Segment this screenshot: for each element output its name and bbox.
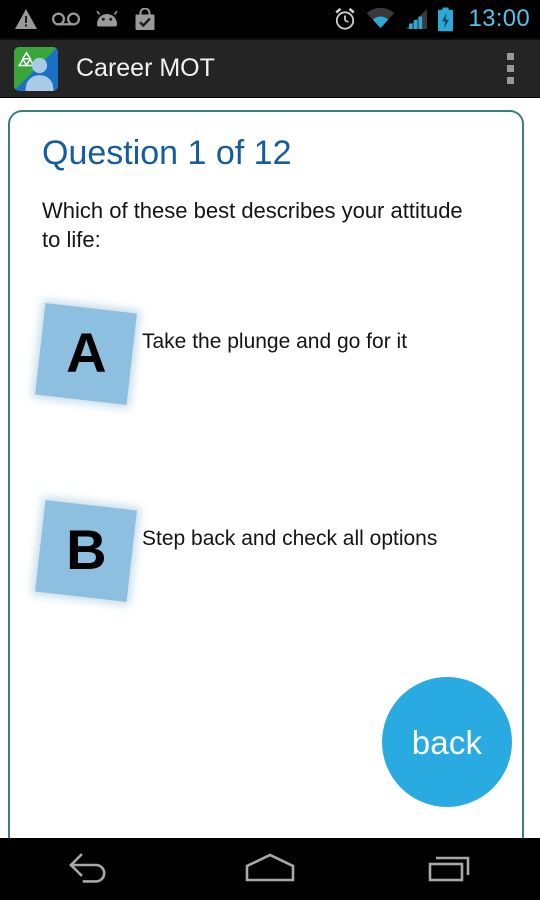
option-a-letter: A bbox=[65, 321, 107, 385]
nav-recents-icon bbox=[428, 856, 470, 882]
wifi-icon bbox=[367, 8, 395, 28]
back-button-label: back bbox=[411, 723, 483, 761]
nav-home-icon bbox=[245, 853, 295, 882]
nav-home-button[interactable] bbox=[180, 838, 360, 900]
system-navigation-bar bbox=[0, 838, 540, 900]
alarm-clock-icon bbox=[335, 7, 356, 30]
option-b-letter: B bbox=[65, 518, 107, 582]
overflow-dot bbox=[506, 65, 514, 72]
battery-charging-icon bbox=[438, 7, 454, 31]
option-a-label: Take the plunge and go for it bbox=[142, 330, 408, 353]
status-bar: 13:00 bbox=[0, 0, 540, 38]
option-a-tile-button[interactable]: A bbox=[35, 303, 137, 405]
option-b-tile-button[interactable]: B bbox=[35, 500, 137, 602]
question-counter: Question 1 of 12 bbox=[42, 134, 292, 172]
android-phone-screen: 13:00 Career MOT Question 1 of 12 Which … bbox=[0, 0, 540, 900]
option-b-label: Step back and check all options bbox=[142, 527, 438, 550]
overflow-dot bbox=[506, 53, 514, 60]
app-title: Career MOT bbox=[76, 54, 215, 82]
question-prompt: Which of these best describes your attit… bbox=[42, 198, 463, 253]
question-card: Question 1 of 12 Which of these best des… bbox=[8, 110, 524, 838]
status-bar-system-icons: 13:00 bbox=[333, 7, 530, 32]
status-bar-notification-icons bbox=[14, 7, 156, 31]
answer-option-b[interactable]: B Step back and check all options bbox=[10, 487, 522, 617]
option-b-tile-wrap: B bbox=[28, 493, 144, 609]
voicemail-icon bbox=[52, 12, 80, 26]
play-store-bag-icon bbox=[135, 7, 155, 30]
career-mot-app-icon bbox=[14, 46, 58, 91]
app-icon-artwork bbox=[17, 50, 54, 91]
answer-option-a[interactable]: A Take the plunge and go for it bbox=[10, 290, 522, 420]
overflow-dot bbox=[506, 77, 514, 84]
warning-triangle-icon bbox=[15, 9, 37, 29]
overflow-menu-button[interactable] bbox=[494, 47, 526, 91]
nav-back-button[interactable] bbox=[0, 838, 180, 900]
android-robot-icon bbox=[96, 10, 118, 27]
cellular-signal-icon bbox=[406, 9, 428, 29]
option-a-tile-wrap: A bbox=[28, 296, 144, 412]
action-bar: Career MOT bbox=[0, 40, 540, 98]
back-button[interactable]: back bbox=[382, 677, 512, 807]
nav-back-arrow-icon bbox=[69, 853, 106, 883]
nav-recents-button[interactable] bbox=[360, 838, 540, 900]
status-bar-clock: 13:00 bbox=[468, 5, 530, 32]
